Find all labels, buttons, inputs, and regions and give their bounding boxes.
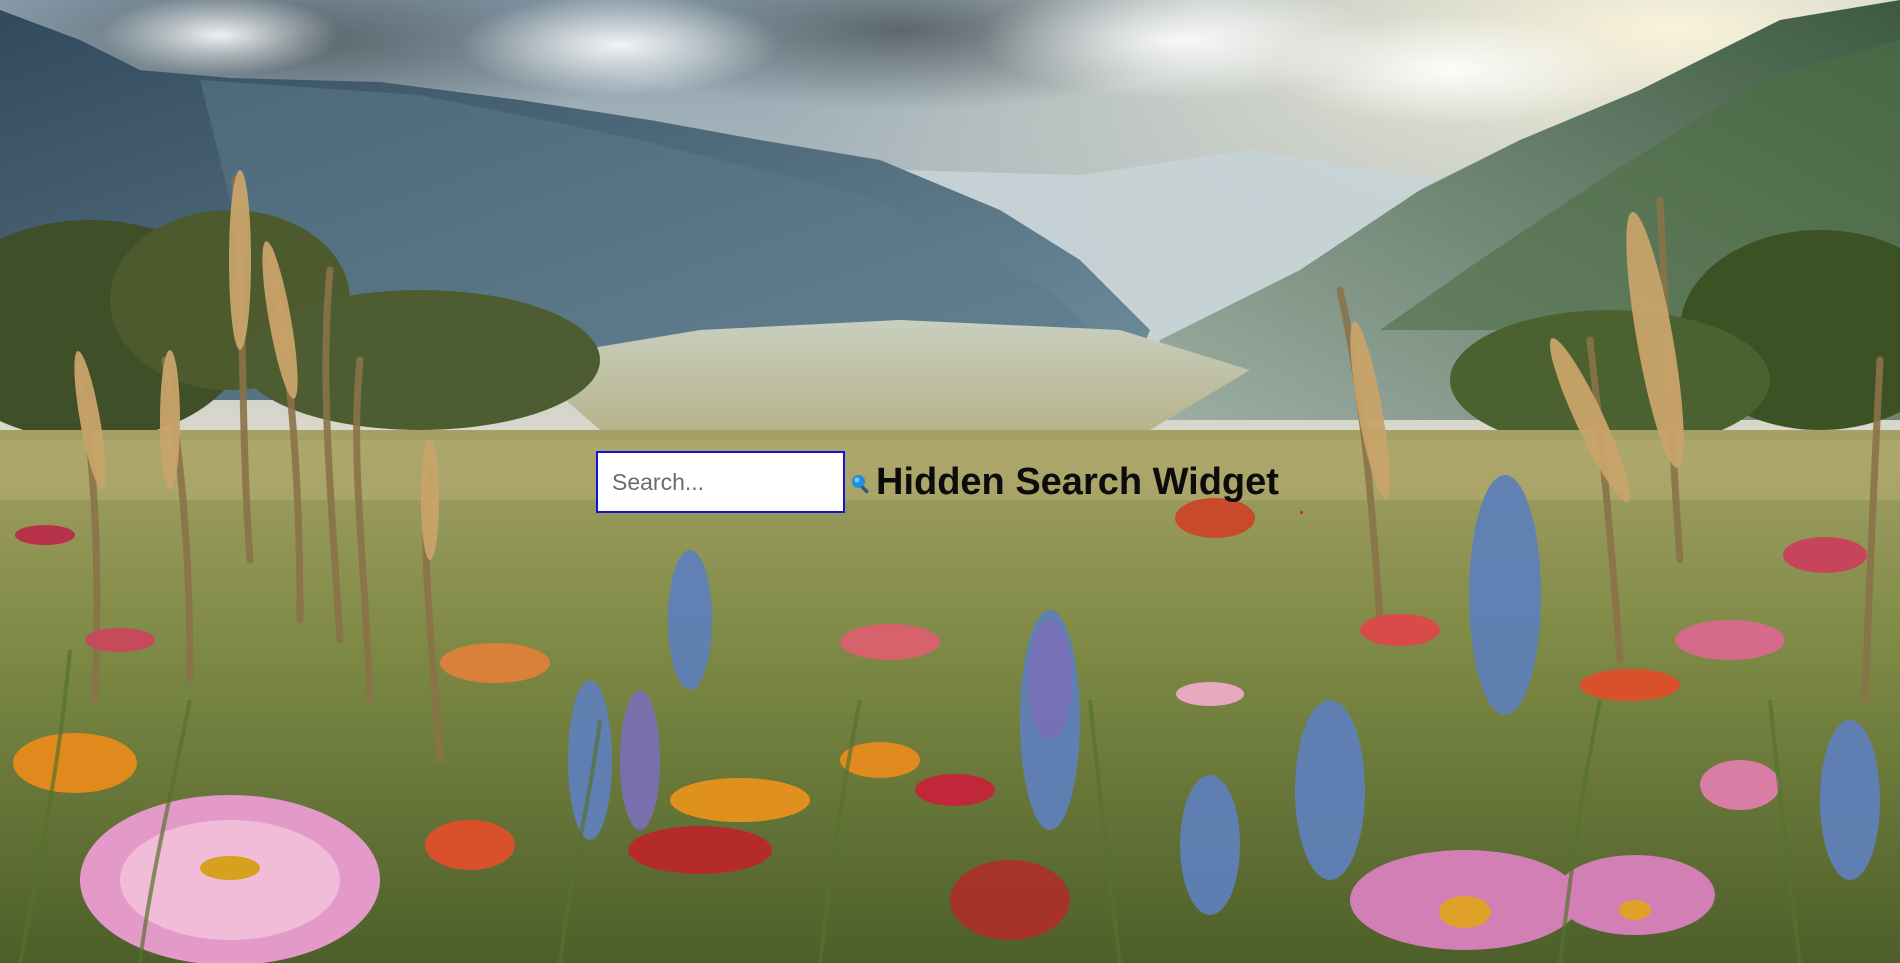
search-input[interactable] bbox=[596, 451, 845, 513]
red-dot-marker bbox=[1300, 511, 1303, 514]
magnifier-search-icon bbox=[852, 475, 869, 494]
widget-title: Hidden Search Widget bbox=[876, 461, 1279, 503]
search-widget: Hidden Search Widget bbox=[596, 451, 1279, 513]
page-root: Hidden Search Widget bbox=[0, 0, 1900, 963]
search-button[interactable] bbox=[848, 471, 874, 497]
